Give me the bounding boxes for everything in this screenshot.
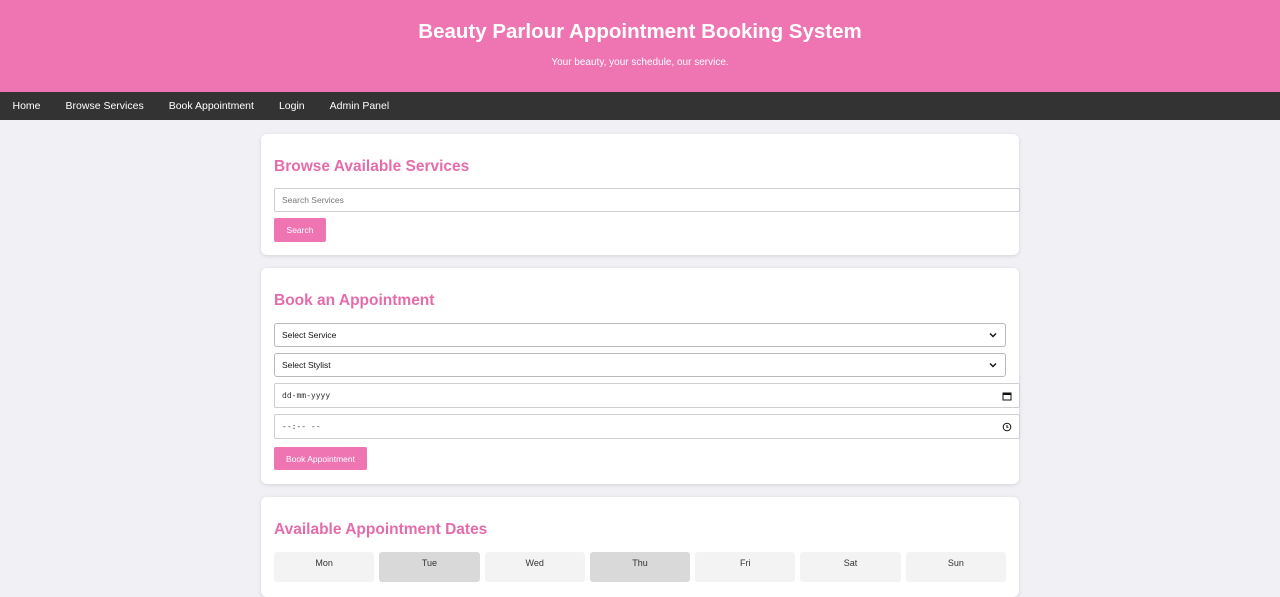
day-sat[interactable]: Sat [800,552,901,582]
search-placeholder: Search Services [282,195,344,205]
main-nav: Home Browse Services Book Appointment Lo… [0,92,1280,120]
day-selector: Mon Tue Wed Thu Fri Sat Sun [274,552,1006,582]
search-input[interactable]: Search Services [274,188,1020,212]
chevron-down-icon [988,330,998,340]
stylist-select[interactable]: Select Stylist [274,353,1006,377]
date-placeholder: dd-mm-yyyy [282,391,331,400]
site-title: Beauty Parlour Appointment Booking Syste… [418,20,862,43]
day-wed[interactable]: Wed [484,552,585,582]
time-placeholder: --:-- -- [282,422,321,431]
calendar-icon[interactable] [1002,391,1012,401]
day-mon[interactable]: Mon [274,552,375,582]
nav-browse-services[interactable]: Browse Services [53,92,156,120]
book-appointment-card: Book an Appointment Select Service Selec… [261,268,1020,484]
nav-home[interactable]: Home [0,92,53,120]
date-input[interactable]: dd-mm-yyyy [274,383,1020,408]
search-button[interactable]: Search [274,218,326,242]
time-input[interactable]: --:-- -- [274,414,1020,439]
available-dates-heading: Available Appointment Dates [274,521,488,538]
service-select-value: Select Service [282,330,337,340]
clock-icon[interactable] [1002,422,1012,432]
nav-book-appointment[interactable]: Book Appointment [156,92,266,120]
book-appointment-heading: Book an Appointment [274,292,435,309]
day-sun[interactable]: Sun [905,552,1006,582]
site-header: Beauty Parlour Appointment Booking Syste… [0,0,1280,92]
available-dates-card: Available Appointment Dates Mon Tue Wed … [261,497,1019,597]
stylist-select-value: Select Stylist [282,360,331,370]
nav-login[interactable]: Login [266,92,317,120]
browse-services-card: Browse Available Services Search Service… [261,134,1020,255]
browse-services-heading: Browse Available Services [274,158,470,175]
book-appointment-button[interactable]: Book Appointment [274,447,367,470]
chevron-down-icon [988,360,998,370]
day-thu[interactable]: Thu [589,552,691,582]
nav-admin-panel[interactable]: Admin Panel [317,92,402,120]
site-tagline: Your beauty, your schedule, our service. [551,57,729,68]
day-tue[interactable]: Tue [379,552,480,582]
day-fri[interactable]: Fri [695,552,796,582]
service-select[interactable]: Select Service [274,323,1006,347]
